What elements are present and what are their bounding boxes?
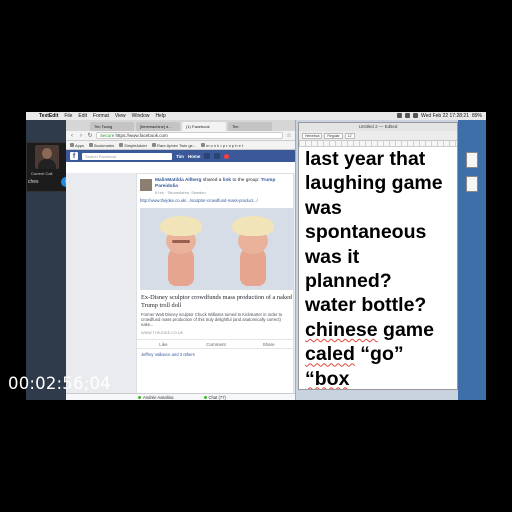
text-line: spontaneous — [305, 221, 427, 244]
fb-user-link[interactable]: Tim — [176, 154, 184, 159]
text-line: planned? — [305, 270, 392, 293]
post-url[interactable]: http://www.thejoke.co.uk/.../sculptor-cr… — [140, 198, 292, 203]
online-icon — [138, 396, 141, 399]
post-timestamp[interactable]: 8 hrs · Stromstahm, Sweden — [155, 190, 206, 195]
bookmark-aphex[interactable]: Rare Aphex Twin ge... — [152, 143, 196, 148]
call-side-label: ches — [28, 179, 39, 185]
article-title[interactable]: Ex-Disney sculptor crowdfunds mass produ… — [141, 294, 293, 310]
post-author[interactable]: MalinMatilda Allberg — [155, 178, 201, 183]
text-line: was — [305, 196, 342, 219]
misspelled-word: caled — [305, 343, 355, 366]
screen-recording: TextEdit File Edit Format View Window He… — [26, 112, 486, 400]
facebook-top-bar: f Search Facebook Tim Home — [66, 150, 295, 162]
menu-app-name[interactable]: TextEdit — [36, 112, 61, 120]
online-icon — [203, 396, 207, 399]
tab-tim[interactable]: Tim — [228, 122, 272, 131]
article-source: WWW.THEJOKE.CO.UK — [141, 331, 184, 335]
forward-icon[interactable]: › — [78, 133, 84, 139]
menu-edit[interactable]: Edit — [75, 112, 90, 120]
share-button[interactable]: Share — [242, 342, 295, 347]
avatar[interactable] — [140, 179, 152, 191]
text-line: laughing game — [305, 172, 443, 195]
feed-post: MalinMatilda Allberg shared a link to th… — [136, 173, 295, 400]
menubar-clock[interactable]: Wed Feb 22 17:28:21 — [421, 112, 469, 120]
font-size-select[interactable]: 12 — [344, 132, 355, 139]
news-feed: MalinMatilda Allberg shared a link to th… — [66, 173, 295, 400]
article-description: Former Walt Disney sculptor Chuck Willia… — [141, 312, 283, 328]
font-style-select[interactable]: Regular — [324, 132, 343, 139]
chat-toggle[interactable]: Chat (77) — [203, 394, 226, 400]
back-icon[interactable]: ‹ — [69, 133, 75, 139]
facebook-search-input[interactable]: Search Facebook — [82, 152, 172, 160]
desktop-right — [458, 120, 486, 400]
menubar-status-icon[interactable] — [396, 113, 402, 118]
post-to-group: to the group: — [232, 178, 260, 183]
star-icon[interactable]: ☆ — [286, 132, 292, 139]
text-line: caled “go” — [305, 343, 404, 366]
textedit-toolbar: Helvetica Regular 12 — [299, 131, 457, 141]
wifi-icon[interactable] — [404, 113, 410, 118]
document-text[interactable]: last year that laughing game was spontaneou… — [305, 147, 455, 390]
notifications-icon[interactable] — [224, 153, 230, 159]
menu-view[interactable]: View — [112, 112, 129, 120]
chat-contact[interactable]: Andrée Aasolina — [138, 394, 174, 400]
comment-button[interactable]: Comment — [190, 342, 243, 347]
friend-requests-icon[interactable] — [204, 153, 211, 159]
text-line: “box — [305, 367, 455, 390]
text-line: was it — [305, 245, 360, 268]
bookmark-simpleadder[interactable]: SimpleAdder — [119, 143, 147, 148]
menu-help[interactable]: Help — [152, 112, 168, 120]
tab-timemachine[interactable]: [timemachine] d... — [136, 122, 180, 131]
desktop-file-icon[interactable] — [466, 176, 478, 192]
facebook-logo-icon[interactable]: f — [70, 152, 78, 160]
secure-label: Secure — [100, 133, 115, 138]
menu-window[interactable]: Window — [129, 112, 153, 120]
bookmark-monk-prophet[interactable]: m o n k • p r o p h e t — [201, 143, 243, 148]
post-actions: Like Comment Share — [137, 339, 295, 349]
menu-format[interactable]: Format — [90, 112, 112, 120]
desktop-file-icon[interactable] — [466, 152, 478, 168]
bookmark-bookmarks[interactable]: Bookmarks — [89, 143, 114, 148]
call-name: Current Call — [31, 171, 53, 176]
bookmarks-bar: Apps Bookmarks SimpleAdder Rare Aphex Tw… — [66, 141, 295, 150]
reload-icon[interactable]: ↻ — [87, 132, 93, 139]
textedit-title: Untitled 2 — Edited — [299, 123, 457, 131]
battery-percent[interactable]: 89% — [472, 112, 482, 120]
fb-home-link[interactable]: Home — [188, 154, 201, 159]
tab-facebook[interactable]: (1) Facebook — [182, 122, 226, 131]
bookmark-apps[interactable]: Apps — [70, 143, 84, 148]
post-verb: shared a — [202, 178, 222, 183]
font-family-select[interactable]: Helvetica — [302, 132, 323, 139]
video-timecode: 00:02:56;04 — [8, 374, 111, 393]
menu-file[interactable]: File — [61, 112, 75, 120]
textedit-window: Untitled 2 — Edited Helvetica Regular 12… — [298, 122, 458, 390]
reactions-summary[interactable]: Jeffrey Vallance and 3 others — [141, 352, 195, 357]
volume-icon[interactable] — [412, 113, 418, 118]
chat-strip: Andrée Aasolina Chat (77) — [66, 393, 295, 400]
text-line: last year that — [305, 148, 426, 170]
like-button[interactable]: Like — [137, 342, 190, 347]
messages-icon[interactable] — [214, 153, 221, 159]
url-text: https://www.facebook.com — [115, 133, 168, 138]
tab-tim-tsang[interactable]: Tim Tsang — [90, 122, 134, 131]
tab-bar: Tim Tsang [timemachine] d... (1) Faceboo… — [66, 120, 295, 131]
mac-menubar: TextEdit File Edit Format View Window He… — [26, 112, 486, 120]
url-bar: ‹ › ↻ Secure https://www.facebook.com ☆ — [66, 131, 295, 141]
misspelled-word: “box — [305, 367, 350, 390]
post-header: MalinMatilda Allberg shared a link to th… — [155, 178, 293, 190]
text-line: water bottle? — [305, 294, 427, 317]
chrome-browser-window: Tim Tsang [timemachine] d... (1) Faceboo… — [66, 120, 296, 400]
address-field[interactable]: Secure https://www.facebook.com — [96, 132, 283, 139]
post-link-word[interactable]: link — [223, 178, 231, 183]
misspelled-word: chinese — [305, 318, 378, 341]
text-line: chinese game — [305, 318, 434, 341]
post-image[interactable] — [140, 208, 294, 290]
caller-video — [35, 145, 59, 169]
